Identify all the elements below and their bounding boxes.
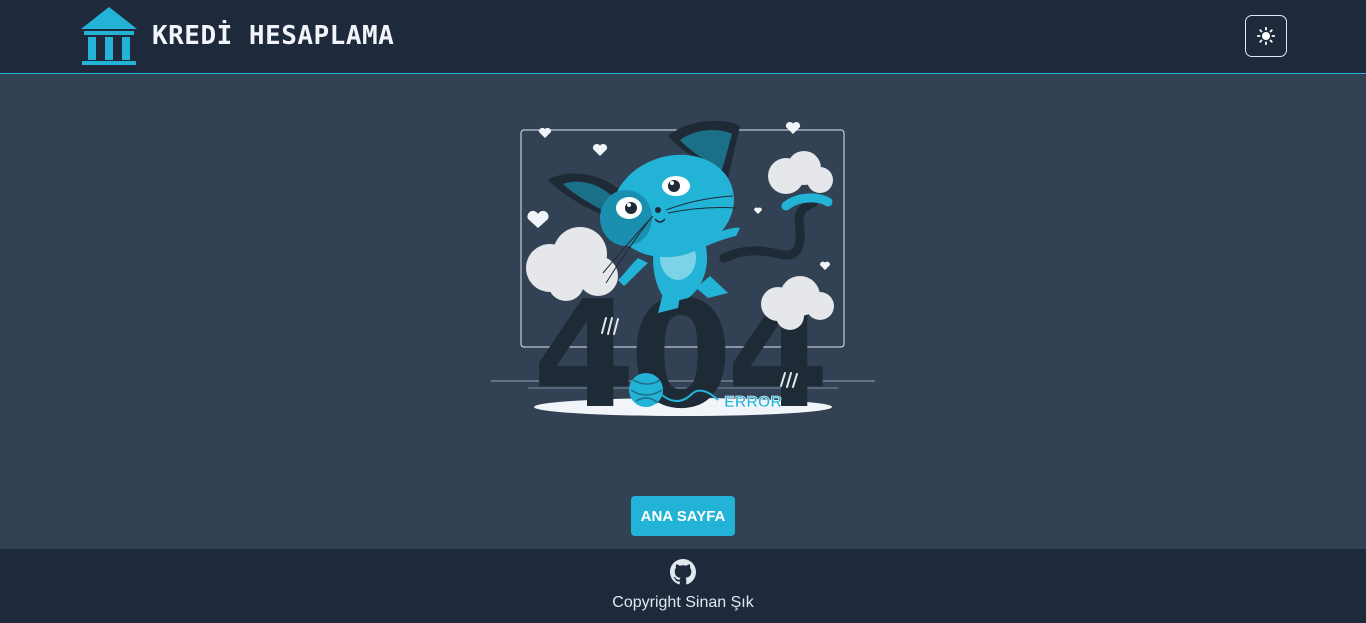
sun-icon xyxy=(1257,27,1275,45)
home-button[interactable]: ANA SAYFA xyxy=(631,496,735,536)
navbar: KREDİ HESAPLAMA xyxy=(0,0,1366,74)
bank-icon xyxy=(81,7,137,65)
github-link[interactable] xyxy=(670,559,696,585)
error-404-illustration: 404 ERROR xyxy=(491,120,875,423)
github-icon xyxy=(670,559,696,585)
theme-toggle-button[interactable] xyxy=(1245,15,1287,57)
copyright-text: Copyright Sinan Şık xyxy=(612,594,754,611)
error-label: ERROR xyxy=(724,394,782,411)
app-title: KREDİ HESAPLAMA xyxy=(152,21,395,51)
brand-link[interactable]: KREDİ HESAPLAMA xyxy=(80,6,394,66)
